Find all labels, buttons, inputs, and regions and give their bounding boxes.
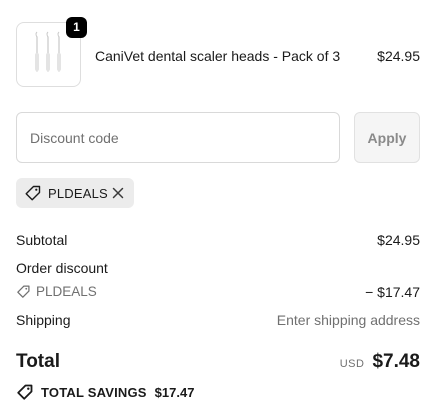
discount-code-text: PLDEALS bbox=[36, 284, 97, 299]
product-name: CaniVet dental scaler heads - Pack of 3 bbox=[95, 48, 341, 64]
tag-icon bbox=[16, 284, 31, 299]
discount-code-input[interactable] bbox=[16, 112, 340, 163]
applied-code-label: PLDEALS bbox=[48, 185, 108, 201]
total-savings: TOTAL SAVINGS $17.47 bbox=[16, 383, 194, 401]
product-price: $24.95 bbox=[377, 48, 420, 64]
total-currency: USD bbox=[339, 358, 365, 370]
total-amount: $7.48 bbox=[372, 351, 420, 372]
total-value-group: USD $7.48 bbox=[340, 351, 420, 373]
order-discount-label: Order discount bbox=[16, 260, 108, 276]
discount-value: − $17.47 bbox=[365, 284, 420, 300]
subtotal-label: Subtotal bbox=[16, 232, 68, 248]
order-summary: 1 CaniVet dental scaler heads - Pack of … bbox=[0, 0, 442, 418]
close-icon[interactable] bbox=[110, 185, 126, 201]
total-row: Total USD $7.48 bbox=[16, 351, 420, 377]
savings-tag-icon bbox=[16, 383, 34, 401]
apply-button[interactable]: Apply bbox=[354, 112, 420, 163]
discount-code-label-group: PLDEALS bbox=[16, 284, 97, 299]
shipping-value: Enter shipping address bbox=[276, 312, 420, 328]
subtotal-value: $24.95 bbox=[377, 232, 420, 248]
quantity-badge: 1 bbox=[66, 17, 87, 38]
shipping-label: Shipping bbox=[16, 312, 71, 328]
savings-amount: $17.47 bbox=[154, 384, 195, 400]
total-label: Total bbox=[16, 351, 60, 372]
applied-discount-chip: PLDEALS bbox=[16, 178, 134, 208]
line-item: 1 CaniVet dental scaler heads - Pack of … bbox=[16, 17, 420, 88]
savings-label: TOTAL SAVINGS bbox=[41, 384, 147, 400]
tag-icon bbox=[24, 184, 42, 202]
